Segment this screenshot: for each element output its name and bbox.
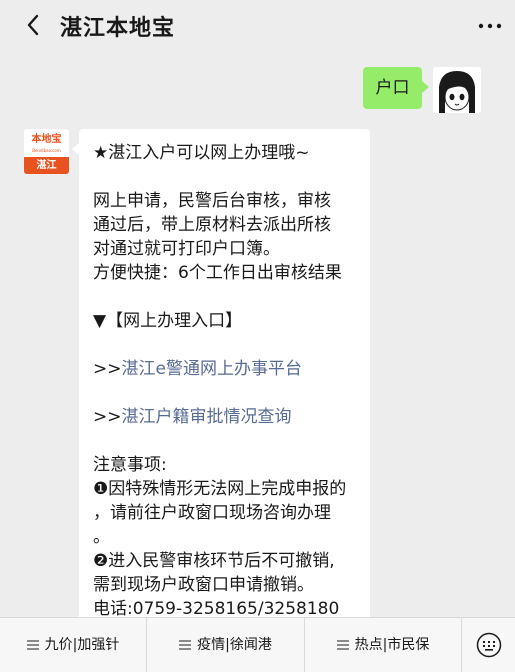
chevron-left-icon[interactable] (22, 12, 46, 38)
e-police-platform-link[interactable]: 湛江e警通网上办事平台 (122, 359, 302, 379)
logo-url: Bendibao.com (32, 148, 61, 153)
official-account-avatar[interactable]: 本地宝 Bendibao.com 湛江 (24, 129, 69, 174)
menu-item-hot[interactable]: 热点|市民保 (305, 618, 461, 672)
menu-list-icon (179, 640, 192, 650)
note-text: 。 (93, 527, 110, 547)
top-bar: 湛江本地宝 (0, 0, 515, 51)
link-row: >>湛江户籍审批情况查询 (93, 405, 356, 429)
message-text: 方便快捷：6个工作日出审核结果 (93, 263, 342, 283)
link-prefix: >> (93, 407, 122, 427)
link-row: >>湛江e警通网上办事平台 (93, 357, 356, 381)
menu-item-label: 热点|市民保 (354, 637, 430, 653)
more-dots-icon[interactable] (477, 22, 503, 30)
menu-item-label: 疫情|徐闻港 (197, 637, 272, 653)
user-message-bubble[interactable]: 户口 (363, 67, 429, 109)
page-title: 湛江本地宝 (60, 16, 176, 41)
message-text: 对通过就可打印户口簿。 (93, 239, 280, 259)
menu-item-epidemic[interactable]: 疫情|徐闻港 (147, 618, 304, 672)
note-text: ❷进入民警审核环节后不可撤销, (93, 551, 335, 571)
menu-item-vaccine[interactable]: 九价|加强针 (0, 618, 146, 672)
message-headline: ★湛江入户可以网上办理哦~ (93, 143, 310, 163)
household-approval-query-link[interactable]: 湛江户籍审批情况查询 (122, 407, 292, 427)
note-text: 需到现场户政窗口申请撤销。 (93, 575, 314, 595)
phone-text: 电话:0759-3258165/3258180 (93, 599, 340, 617)
note-text: ，请前往户政窗口现场咨询办理 (93, 503, 331, 523)
logo-text: 本地宝 (31, 134, 62, 145)
message-text: 网上申请，民警后台审核，审核 (93, 191, 331, 211)
keyboard-icon[interactable] (476, 632, 502, 658)
menu-divider (461, 618, 462, 672)
chat-area[interactable]: 户口 本地宝 Bendibao.com 湛江 ★湛江入户可以网上办理哦~ 网上申… (0, 51, 515, 617)
bottom-menu-bar: 九价|加强针 疫情|徐闻港 热点|市民保 (0, 617, 515, 672)
message-text: 通过后，带上原材料去派出所核 (93, 215, 331, 235)
section-title: ▼【网上办理入口】 (93, 311, 243, 331)
note-text: ❶因特殊情形无法网上完成申报的 (93, 479, 347, 499)
logo-city: 湛江 (24, 157, 69, 174)
notes-title: 注意事项: (93, 455, 167, 475)
logo: 本地宝 Bendibao.com (24, 129, 69, 156)
link-prefix: >> (93, 359, 122, 379)
anime-girl-icon (433, 67, 481, 113)
menu-list-icon (26, 640, 39, 650)
menu-item-label: 九价|加强针 (44, 637, 120, 653)
user-avatar[interactable] (433, 67, 481, 113)
bot-message-bubble: ★湛江入户可以网上办理哦~ 网上申请，民警后台审核，审核 通过后，带上原材料去派… (72, 129, 370, 617)
menu-list-icon (336, 640, 349, 650)
